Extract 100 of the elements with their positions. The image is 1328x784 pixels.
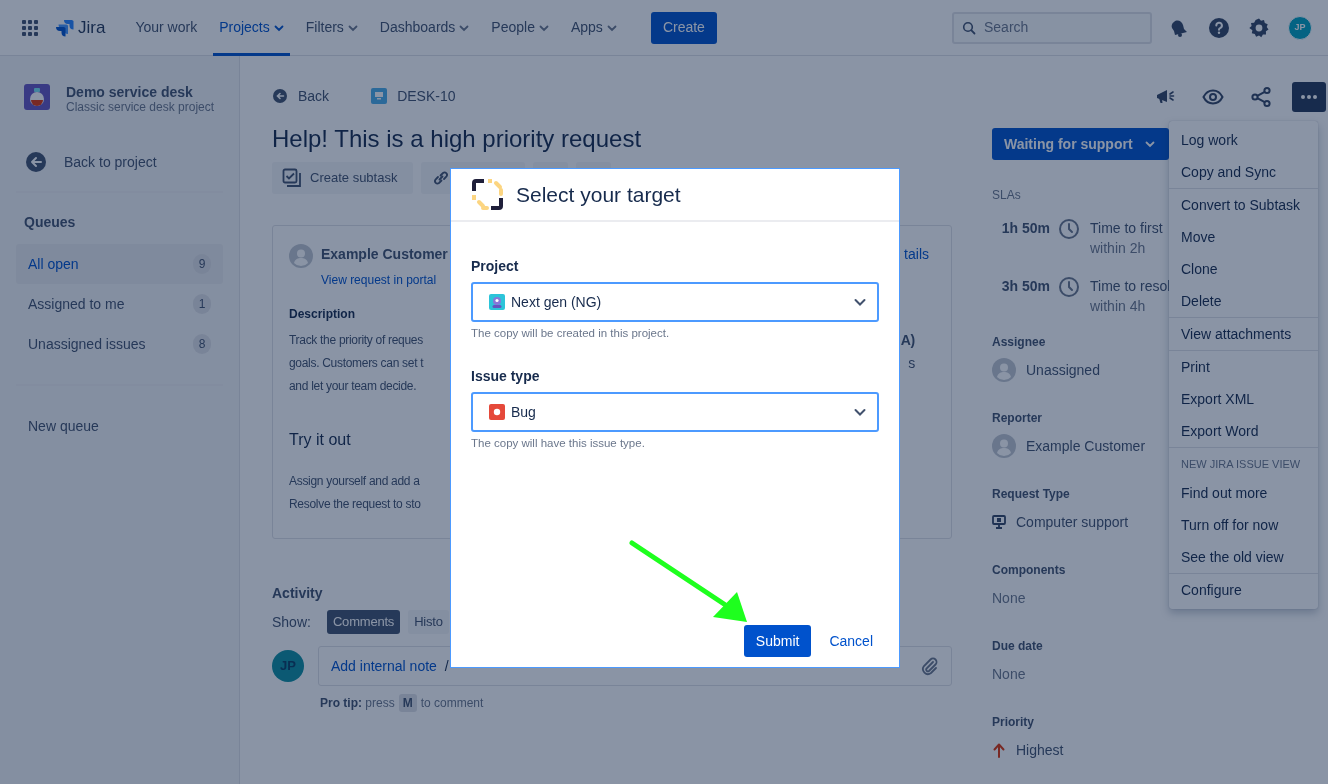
nav-tab[interactable]: Filters [299,0,364,56]
menu-item[interactable]: Export XML [1169,383,1318,415]
help-icon[interactable] [1208,16,1230,39]
portal-link[interactable]: View request in portal [321,271,437,289]
sla-target: within 2h [1090,239,1147,258]
priority-arrow-icon [992,742,1006,758]
sla-name: Time to first [1090,219,1163,238]
show-label: Show: [272,612,311,632]
sla-remaining: 3h 50m [1000,277,1050,296]
help-text: The copy will be created in this project. [471,326,671,341]
description-text: s [908,354,915,373]
status-dropdown[interactable]: Waiting for support [992,128,1169,160]
field-label: SLAs [992,187,1021,204]
menu-item[interactable]: Print [1169,351,1318,383]
queue-item[interactable]: Assigned to me 1 [16,284,223,324]
issue-key-link[interactable]: DESK-10 [397,85,456,107]
queue-item[interactable]: All open 9 [16,244,223,284]
instruction-text: Resolve the request to sto [289,496,421,513]
details-link[interactable]: tails [904,244,929,265]
nav-tab[interactable]: Apps [564,0,623,56]
menu-item[interactable]: Move [1169,221,1318,253]
field-value: Highest [1016,740,1064,760]
queue-item[interactable]: Unassigned issues 8 [16,324,223,364]
share-icon [1250,86,1272,108]
menu-item[interactable]: Log work [1169,124,1318,156]
activity-heading: Activity [272,584,323,603]
product-name: Jira [78,16,106,39]
filter-tab[interactable]: Histo [408,610,449,634]
create-button[interactable]: Create [650,11,717,44]
menu-item[interactable]: View attachments [1169,318,1318,350]
description-text: goals. Customers can set t [289,355,424,372]
field-label: Components [992,562,1066,578]
menu-item[interactable]: Export Word [1169,415,1318,447]
menu-item[interactable]: Convert to Subtask [1169,189,1318,221]
count-badge: 1 [193,294,211,314]
field-value: None [992,588,1026,608]
sla-name: Time to resol [1090,277,1171,296]
pro-tip-text: Pro tip: press [320,695,395,712]
attachment-icon[interactable] [919,656,939,676]
create-subtask-button[interactable]: Create subtask [272,162,413,194]
project-type: Classic service desk project [66,100,215,115]
chevron-down-icon [1144,139,1155,149]
field-value: Unassigned [1026,360,1100,380]
more-actions-button[interactable] [1292,82,1326,112]
help-text: The copy will have this issue type. [471,436,646,452]
project-name: Demo service desk [66,84,194,100]
computer-icon [371,88,388,104]
field-label: Description [289,306,355,323]
submit-button[interactable]: Submit [743,625,812,657]
back-link[interactable]: Back [298,85,330,107]
description-text: and let your team decide. [289,378,417,395]
comment-action-link[interactable]: Add internal note [331,655,437,677]
section-heading: Queues [23,213,77,232]
person-icon [992,358,1016,382]
person-icon [289,244,313,268]
settings-icon[interactable] [1248,16,1270,39]
keyboard-key: M [398,694,417,712]
field-label: Project [471,257,520,276]
field-value: Example Customer [1026,436,1146,456]
search-box[interactable]: Search [952,11,1152,44]
field-label: Reporter [992,410,1042,426]
nav-tab[interactable]: Dashboards [373,0,476,56]
filter-tab[interactable]: Comments [326,610,401,634]
project-avatar-icon [24,84,50,110]
field-label: Request Type [992,486,1070,502]
count-badge: 8 [193,334,211,354]
link-icon [431,168,451,188]
new-queue-link[interactable]: New queue [16,406,223,446]
issue-title: Help! This is a high priority request [272,126,643,152]
menu-item[interactable]: Copy and Sync [1169,156,1318,188]
menu-item[interactable]: Turn off for now [1169,508,1318,541]
nav-tab[interactable]: People [485,0,555,56]
field-value: None [992,664,1026,684]
jira-logo-icon [56,18,74,37]
instruction-text: Assign yourself and add a [289,473,420,490]
project-avatar-icon [489,294,505,310]
sla-remaining: 1h 50m [1000,219,1050,238]
search-field[interactable]: Search [982,16,1132,39]
description-text: Track the priority of reques [289,332,423,349]
menu-item[interactable]: Configure [1169,573,1318,606]
reporter-name: Example Customer [321,245,449,264]
nav-tab[interactable]: Your work [129,0,204,56]
clock-icon [1058,218,1080,240]
menu-heading: NEW JIRA ISSUE VIEW [1180,457,1302,472]
menu-item[interactable]: Clone [1169,253,1318,285]
menu-item[interactable]: Delete [1169,285,1318,317]
description-text: A) [900,331,915,350]
search-icon [962,20,976,35]
select-field[interactable]: Bug [471,392,879,433]
copy-sync-logo-icon [471,178,504,211]
back-to-project-link[interactable]: Back to project [16,150,223,174]
field-label: Priority [992,714,1034,730]
menu-item[interactable]: See the old view [1169,540,1318,573]
user-avatar[interactable]: JP [1288,15,1312,40]
menu-item[interactable]: Find out more [1169,476,1318,509]
field-value: Computer support [1016,512,1129,532]
pro-tip-text: to comment [420,695,484,712]
subtask-icon [282,168,302,188]
app-switcher-icon[interactable] [20,17,40,38]
select-field[interactable]: Next gen (NG) [471,282,879,322]
